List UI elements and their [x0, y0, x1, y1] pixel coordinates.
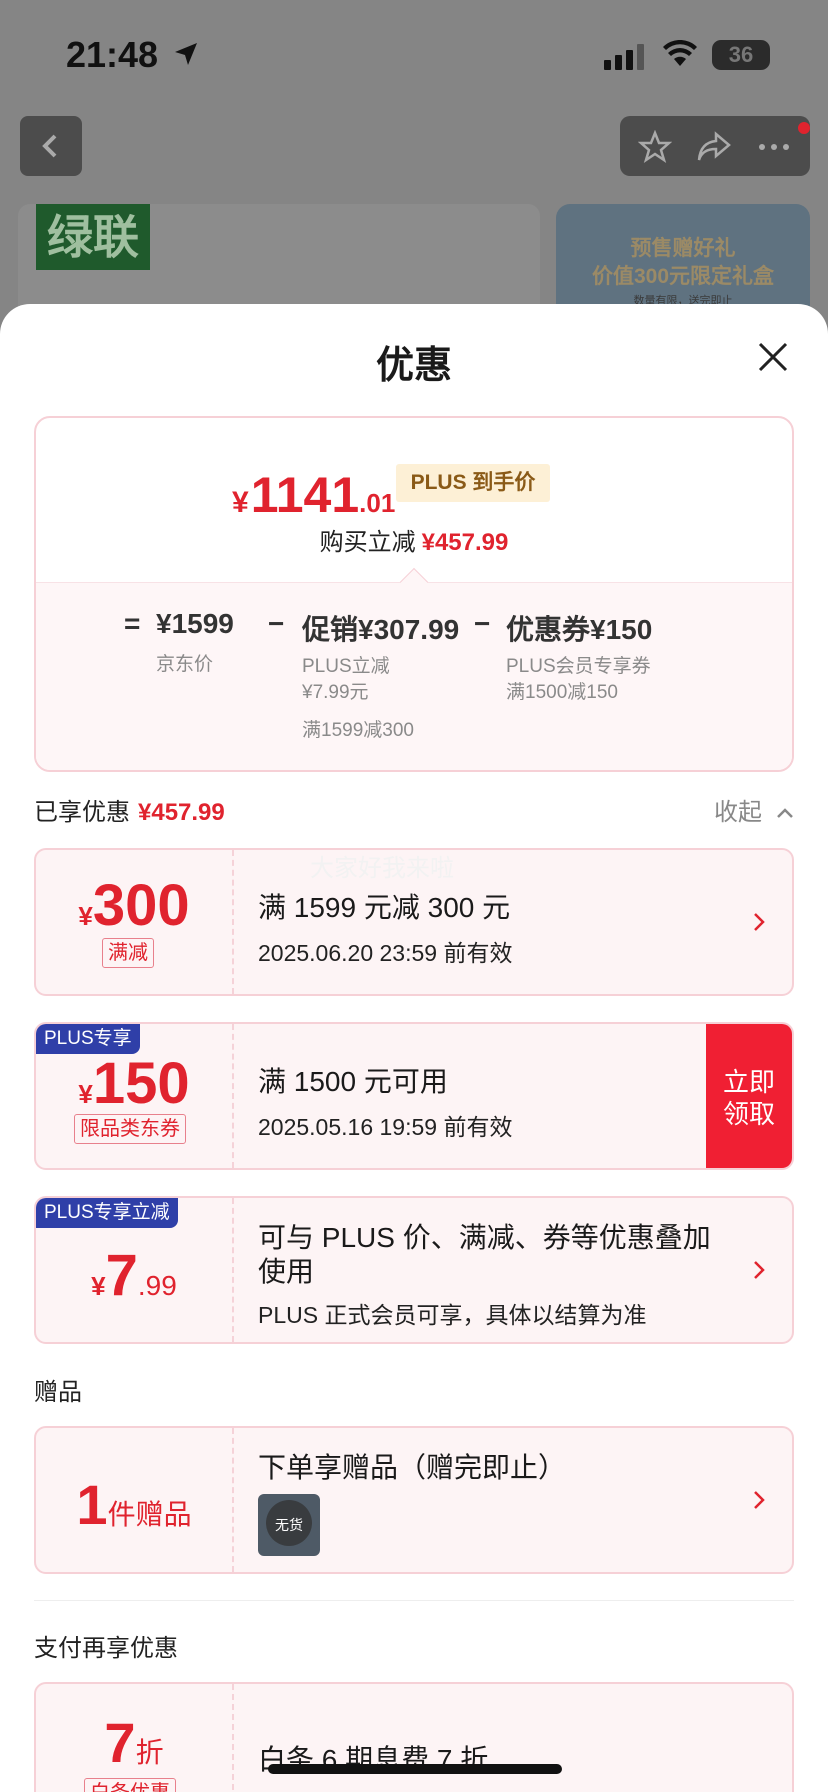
enjoyed-amount: ¥457.99: [138, 799, 225, 826]
card-tag: 限品类东券: [74, 1114, 186, 1144]
enjoyed-label: 已享优惠: [34, 799, 130, 826]
card-title: 可与 PLUS 价、满减、券等优惠叠加: [258, 1222, 711, 1253]
status-time: 21:48: [66, 34, 159, 75]
enjoyed-discount-heading: 已享优惠 ¥457.99: [34, 792, 225, 827]
final-price: ¥ 1141 .01: [232, 466, 395, 524]
price-integer: 1141: [250, 467, 360, 523]
card-amount-value: 150: [92, 1051, 190, 1116]
payment-discount-card[interactable]: 7折 白条优惠 白条 6 期息费 7 折: [34, 1682, 794, 1792]
collapse-label: 收起: [714, 799, 762, 826]
plus-exclusive-badge: PLUS专享: [36, 1024, 140, 1054]
jd-price-label: 京东价: [156, 654, 214, 675]
gift-count: 1件赠品: [36, 1472, 232, 1537]
star-icon[interactable]: [638, 130, 672, 164]
chevron-right-icon: [754, 1491, 765, 1509]
claim-button-line2: 领取: [722, 1099, 775, 1129]
chevron-right-icon: [754, 1261, 765, 1279]
watermark: 大家好我来啦: [310, 855, 454, 882]
card-divider: [232, 1024, 234, 1168]
price-yen: ¥: [232, 486, 249, 519]
brand-logo: 绿联: [36, 204, 150, 270]
card-subtitle: PLUS 正式会员可享，具体以结算为准: [258, 1302, 647, 1328]
card-amount-value: 300: [92, 873, 190, 938]
payment-tag: 白条优惠: [84, 1778, 176, 1792]
discount-sheet: 优惠 ¥ 1141 .01 PLUS 到手价 购买立减 ¥457.99 = ¥15…: [0, 304, 828, 1792]
payment-unit: 折: [135, 1737, 164, 1768]
formula-promo: 促销¥307.99: [302, 614, 460, 645]
cellular-signal-icon: [604, 44, 644, 70]
more-icon[interactable]: [754, 130, 794, 164]
close-icon[interactable]: [756, 340, 790, 374]
promo-detail: ¥7.99元: [302, 682, 369, 703]
card-subtitle: 2025.05.16 19:59 前有效: [258, 1114, 513, 1140]
coupon-detail: 满1500减150: [506, 682, 618, 703]
discount-card-plus-coupon[interactable]: ¥150 限品类东券 PLUS专享 满 1500 元可用 2025.05.16 …: [34, 1022, 794, 1170]
home-indicator: [268, 1764, 562, 1774]
buy-reduce: 购买立减 ¥457.99: [36, 522, 792, 557]
chevron-right-icon: [754, 913, 765, 931]
card-amount: ¥7.99: [36, 1242, 232, 1309]
chevron-left-icon: [42, 134, 57, 158]
gift-card[interactable]: 1件赠品 下单享赠品（赠完即止） 无货: [34, 1426, 794, 1574]
plus-exclusive-badge: PLUS专享立减: [36, 1198, 178, 1228]
payment-amount-value: 7: [104, 1711, 136, 1774]
claim-coupon-button[interactable]: 立即 领取: [706, 1024, 792, 1168]
status-bar: 21:48 36: [0, 0, 828, 110]
gift-section-heading: 赠品: [34, 1379, 82, 1406]
banner-line2: 价值300元限定礼盒: [591, 265, 775, 288]
location-arrow-icon: [175, 43, 197, 65]
discount-card-plus-reduction[interactable]: ¥7.99 PLUS专享立减 可与 PLUS 价、满减、券等优惠叠加 使用 PL…: [34, 1196, 794, 1344]
card-title: 满 1599 元减 300 元: [258, 892, 511, 923]
buy-reduce-label: 购买立减: [319, 529, 416, 556]
card-divider: [232, 1198, 234, 1342]
plus-price-tag: PLUS 到手价: [396, 464, 550, 502]
payment-amount: 7折: [36, 1710, 232, 1775]
gift-unit: 件赠品: [107, 1499, 192, 1530]
card-divider: [232, 1684, 234, 1792]
formula-minus: −: [474, 608, 491, 639]
formula-minus: −: [268, 608, 285, 639]
card-tag: 满减: [102, 938, 154, 968]
coupon-detail: PLUS会员专享券: [506, 656, 651, 677]
card-yen: ¥: [78, 901, 93, 931]
banner-line1: 预售赠好礼: [630, 237, 736, 260]
card-amount-decimal: .99: [137, 1270, 177, 1301]
formula-equals: =: [124, 608, 141, 639]
card-title-line2: 使用: [258, 1256, 315, 1287]
promo-detail: PLUS立减: [302, 656, 390, 677]
payment-section-heading: 支付再享优惠: [34, 1635, 178, 1662]
battery-indicator: 36: [712, 40, 770, 70]
section-divider: [34, 1600, 794, 1601]
formula-coupon: 优惠券¥150: [506, 614, 653, 645]
price-summary: ¥ 1141 .01 PLUS 到手价 购买立减 ¥457.99 = ¥1599 …: [34, 416, 794, 772]
wifi-icon: [663, 40, 697, 66]
notification-dot: [798, 122, 810, 134]
price-decimal: .01: [359, 488, 396, 518]
buy-reduce-amount: ¥457.99: [421, 529, 509, 556]
card-yen: ¥: [78, 1079, 93, 1109]
card-title: 满 1500 元可用: [258, 1066, 448, 1097]
share-icon[interactable]: [696, 130, 732, 164]
collapse-toggle[interactable]: 收起: [714, 792, 795, 827]
chevron-up-icon: [776, 808, 793, 818]
back-button[interactable]: [20, 116, 82, 176]
formula-jd-price: ¥1599: [156, 608, 234, 639]
sheet-title: 优惠: [375, 345, 452, 387]
card-left: ¥300 满减: [36, 850, 232, 994]
card-amount: ¥300: [36, 872, 232, 939]
card-amount-value: 7: [105, 1243, 138, 1308]
gift-title: 下单享赠品（赠完即止）: [258, 1452, 567, 1483]
card-amount: ¥150: [36, 1050, 232, 1117]
card-divider: [232, 1428, 234, 1572]
card-divider: [232, 850, 234, 994]
gift-count-value: 1: [76, 1473, 108, 1536]
card-subtitle: 2025.06.20 23:59 前有效: [258, 940, 513, 966]
top-actions: [620, 116, 810, 176]
gift-thumbnail: 无货: [258, 1494, 320, 1556]
promo-detail: 满1599减300: [302, 720, 414, 741]
claim-button-line1: 立即: [722, 1067, 775, 1097]
card-yen: ¥: [91, 1271, 106, 1301]
out-of-stock-label: 无货: [275, 1517, 303, 1533]
